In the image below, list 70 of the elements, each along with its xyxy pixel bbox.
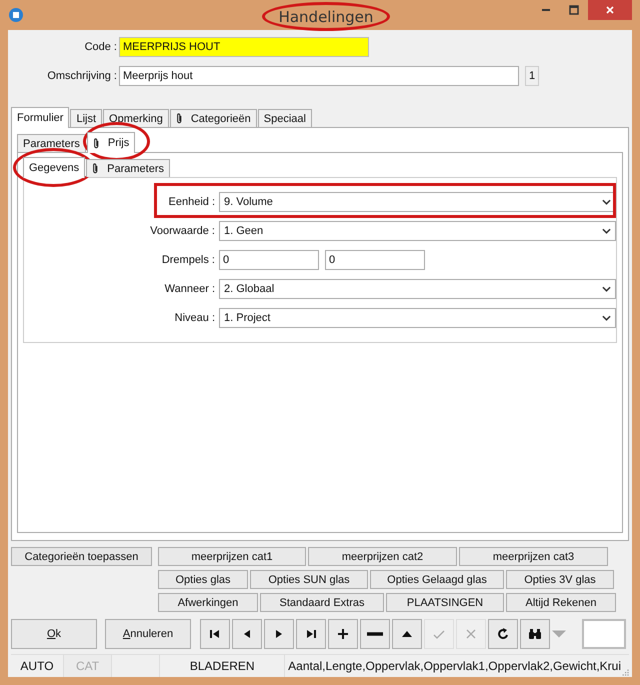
tab[interactable]: Categorieën — [170, 109, 257, 127]
toolbar-button[interactable] — [360, 619, 390, 649]
counter-box: 1 — [525, 66, 539, 86]
dropdown[interactable]: 1. Geen — [219, 221, 616, 241]
chevron-down-icon — [602, 315, 611, 321]
close-icon — [605, 5, 615, 15]
status-text: BLADEREN — [160, 655, 286, 677]
toolbar-button[interactable] — [232, 619, 262, 649]
chevron-down-icon — [602, 286, 611, 292]
option-button[interactable]: PLAATSINGEN — [386, 593, 504, 612]
tab[interactable]: Lijst — [70, 109, 102, 127]
field-label: Eenheid : — [168, 196, 215, 208]
tab[interactable]: Opmerking — [103, 109, 169, 127]
option-button[interactable]: Opties 3V glas — [506, 570, 614, 589]
option-button[interactable]: Standaard Extras — [260, 593, 384, 612]
maximize-icon — [569, 5, 579, 15]
tab[interactable]: Formulier — [11, 107, 70, 128]
app-icon — [8, 7, 24, 23]
option-button[interactable]: Opties Gelaagd glas — [370, 570, 504, 589]
add-icon — [335, 626, 351, 642]
option-button[interactable]: Altijd Rekenen — [506, 593, 616, 612]
field-label: Wanneer : — [164, 283, 215, 295]
input-field[interactable] — [582, 619, 626, 649]
description-field[interactable]: Meerprijs hout — [119, 66, 519, 86]
dropdown-value: 1. Geen — [224, 225, 264, 237]
tab[interactable]: Gegevens — [23, 157, 86, 178]
option-button[interactable]: Opties SUN glas — [250, 570, 368, 589]
toolbar-button[interactable] — [520, 619, 550, 649]
tab[interactable]: Speciaal — [258, 109, 312, 127]
find-icon — [527, 626, 543, 642]
field-label: Niveau : — [174, 312, 215, 324]
code-field[interactable]: MEERPRIJS HOUT — [119, 37, 369, 57]
tab[interactable]: Prijs — [86, 132, 136, 153]
action-button[interactable]: Annuleren — [105, 619, 191, 649]
refresh-icon — [495, 626, 511, 642]
action-button[interactable]: Ok — [11, 619, 97, 649]
option-button[interactable]: Opties glas — [158, 570, 248, 589]
close-button[interactable] — [588, 0, 632, 20]
dropdown[interactable]: 2. Globaal — [219, 279, 616, 299]
apply-categories-button[interactable]: Categorieën toepassen — [11, 547, 152, 566]
field-label: Voorwaarde : — [149, 225, 215, 237]
toolbar-button[interactable] — [296, 619, 326, 649]
option-button[interactable]: meerprijzen cat1 — [158, 547, 306, 566]
toolbar-button[interactable] — [392, 619, 422, 649]
option-button[interactable]: Afwerkingen — [158, 593, 258, 612]
status-text: Aantal,Lengte,Oppervlak,Oppervlak1,Oppervlak2,Gewicht,Krui — [287, 658, 621, 675]
option-button[interactable]: meerprijzen cat2 — [308, 547, 457, 566]
dropdown-value: 2. Globaal — [224, 283, 276, 295]
field-label: Code : — [84, 41, 118, 53]
input-field[interactable]: 0 — [325, 250, 425, 270]
input-field[interactable]: 0 — [219, 250, 319, 270]
dropdown-value: 1. Project — [224, 312, 272, 324]
minimize-icon — [542, 9, 550, 11]
toolbar-button[interactable] — [488, 619, 518, 649]
option-button[interactable]: meerprijzen cat3 — [459, 547, 608, 566]
chevron-down-icon — [602, 228, 611, 234]
chevron-down-icon — [602, 199, 611, 205]
resize-grip-icon — [621, 667, 629, 677]
dropdown[interactable]: 9. Volume — [219, 192, 616, 212]
window-title: Handelingen — [278, 8, 374, 26]
toolbar-button[interactable] — [264, 619, 294, 649]
field-label: Drempels : — [160, 254, 215, 266]
field-label: Omschrijving : — [46, 70, 118, 82]
tab[interactable]: Parameters — [86, 159, 170, 177]
toolbar-button[interactable] — [328, 619, 358, 649]
tab[interactable]: Parameters — [17, 134, 86, 152]
dropdown[interactable]: 1. Project — [219, 308, 616, 328]
dropdown-value: 9. Volume — [224, 196, 274, 208]
toolbar-button[interactable] — [200, 619, 230, 649]
status-text: CAT — [64, 655, 112, 677]
